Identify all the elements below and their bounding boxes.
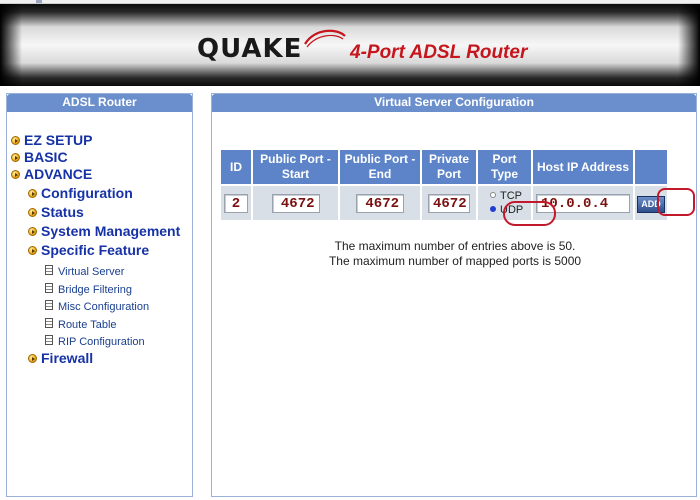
sidebar-item-configuration[interactable]: Configuration bbox=[28, 185, 133, 203]
sidebar-item-specific-feature[interactable]: Specific Feature bbox=[28, 242, 149, 260]
id-cell: 2 bbox=[221, 186, 251, 220]
sidebar-item-ez-setup[interactable]: EZ SETUP bbox=[11, 132, 92, 150]
radio-udp-circle bbox=[490, 206, 496, 213]
table-row: 2 4672 4672 4672 TCP UDP 10.0.0.4 ADD bbox=[221, 186, 667, 220]
page-title: Virtual Server Configuration bbox=[212, 94, 696, 112]
banner-edge-right bbox=[678, 4, 700, 86]
sidebar-item-route-table[interactable]: Route Table bbox=[45, 315, 117, 333]
document-icon bbox=[45, 264, 53, 275]
document-icon bbox=[45, 299, 53, 310]
sidebar-item-system-management[interactable]: System Management bbox=[28, 223, 180, 241]
sidebar-item-label: EZ SETUP bbox=[24, 132, 93, 148]
port-type-cell: TCP UDP bbox=[478, 186, 531, 220]
radio-tcp[interactable]: TCP bbox=[478, 189, 531, 203]
private-port-field[interactable]: 4672 bbox=[428, 193, 470, 213]
sidebar-item-label: Configuration bbox=[41, 185, 133, 201]
public-start-cell: 4672 bbox=[253, 186, 338, 220]
sidebar-item-label: Status bbox=[41, 204, 84, 220]
column-header-public-end: Public Port - End bbox=[340, 150, 420, 184]
sidebar-item-label: Virtual Server bbox=[58, 266, 125, 278]
radio-tcp-circle bbox=[490, 192, 496, 199]
virtual-server-table: ID Public Port - Start Public Port - End… bbox=[219, 148, 669, 222]
column-header-port-type: Port Type bbox=[478, 150, 531, 184]
sidebar-item-bridge-filtering[interactable]: Bridge Filtering bbox=[45, 280, 132, 298]
sidebar-item-basic[interactable]: BASIC bbox=[11, 149, 68, 167]
id-field[interactable]: 2 bbox=[224, 193, 248, 213]
radio-udp[interactable]: UDP bbox=[478, 203, 531, 217]
swoosh-icon bbox=[304, 29, 346, 48]
column-header-host-ip: Host IP Address bbox=[533, 150, 633, 184]
column-header-action bbox=[635, 150, 667, 184]
max-entries-note: The maximum number of entries above is 5… bbox=[334, 239, 576, 253]
sidebar-item-status[interactable]: Status bbox=[28, 204, 84, 222]
top-strip-marker bbox=[36, 0, 42, 3]
table-header-row: ID Public Port - Start Public Port - End… bbox=[221, 150, 667, 184]
host-ip-cell: 10.0.0.4 bbox=[533, 186, 633, 220]
sidebar-panel: ADSL Router EZ SETUP BASIC ADVANCE Confi… bbox=[6, 93, 193, 497]
column-header-public-start: Public Port - Start bbox=[253, 150, 338, 184]
sidebar-item-label: Bridge Filtering bbox=[58, 284, 132, 296]
header-banner: QUAKE 4-Port ADSL Router bbox=[0, 4, 700, 86]
radio-udp-label: UDP bbox=[500, 204, 524, 216]
sidebar-item-label: RIP Configuration bbox=[58, 336, 145, 348]
arrow-bullet-icon bbox=[28, 354, 37, 364]
host-ip-field[interactable]: 10.0.0.4 bbox=[536, 193, 630, 213]
banner-edge-left bbox=[0, 4, 22, 86]
radio-tcp-label: TCP bbox=[500, 190, 522, 202]
sidebar-item-misc-configuration[interactable]: Misc Configuration bbox=[45, 297, 149, 315]
column-header-id: ID bbox=[221, 150, 251, 184]
arrow-bullet-icon bbox=[28, 227, 37, 237]
max-ports-note: The maximum number of mapped ports is 50… bbox=[328, 254, 582, 268]
document-icon bbox=[45, 334, 53, 345]
sidebar-title: ADSL Router bbox=[7, 94, 192, 112]
sidebar-item-advance[interactable]: ADVANCE bbox=[11, 166, 92, 184]
document-icon bbox=[45, 317, 53, 328]
add-button[interactable]: ADD bbox=[637, 195, 665, 213]
sidebar-item-rip-configuration[interactable]: RIP Configuration bbox=[45, 332, 145, 350]
column-header-private-port: Private Port bbox=[422, 150, 476, 184]
action-cell: ADD bbox=[635, 186, 667, 220]
public-port-end-field[interactable]: 4672 bbox=[356, 193, 404, 213]
sidebar-item-label: ADVANCE bbox=[24, 166, 93, 182]
arrow-bullet-icon bbox=[11, 170, 20, 180]
content-panel: Virtual Server Configuration ID Public P… bbox=[211, 93, 697, 497]
public-end-cell: 4672 bbox=[340, 186, 420, 220]
sidebar-item-firewall[interactable]: Firewall bbox=[28, 350, 93, 368]
document-icon bbox=[45, 282, 53, 293]
arrow-bullet-icon bbox=[28, 208, 37, 218]
arrow-bullet-icon bbox=[11, 153, 20, 163]
sidebar-item-label: Specific Feature bbox=[41, 242, 150, 258]
private-port-cell: 4672 bbox=[422, 186, 476, 220]
sidebar-item-label: Route Table bbox=[58, 319, 117, 331]
brand-logo-text: QUAKE bbox=[197, 34, 303, 64]
public-port-start-field[interactable]: 4672 bbox=[271, 193, 320, 213]
arrow-bullet-icon bbox=[28, 189, 37, 199]
product-name: 4-Port ADSL Router bbox=[350, 42, 528, 63]
sidebar-item-label: Firewall bbox=[41, 350, 94, 366]
sidebar-item-label: BASIC bbox=[24, 149, 68, 165]
arrow-bullet-icon bbox=[28, 246, 37, 256]
sidebar-item-label: Misc Configuration bbox=[58, 301, 150, 313]
arrow-bullet-icon bbox=[11, 136, 20, 146]
sidebar-item-label: System Management bbox=[41, 223, 181, 239]
sidebar-item-virtual-server[interactable]: Virtual Server bbox=[45, 262, 124, 280]
